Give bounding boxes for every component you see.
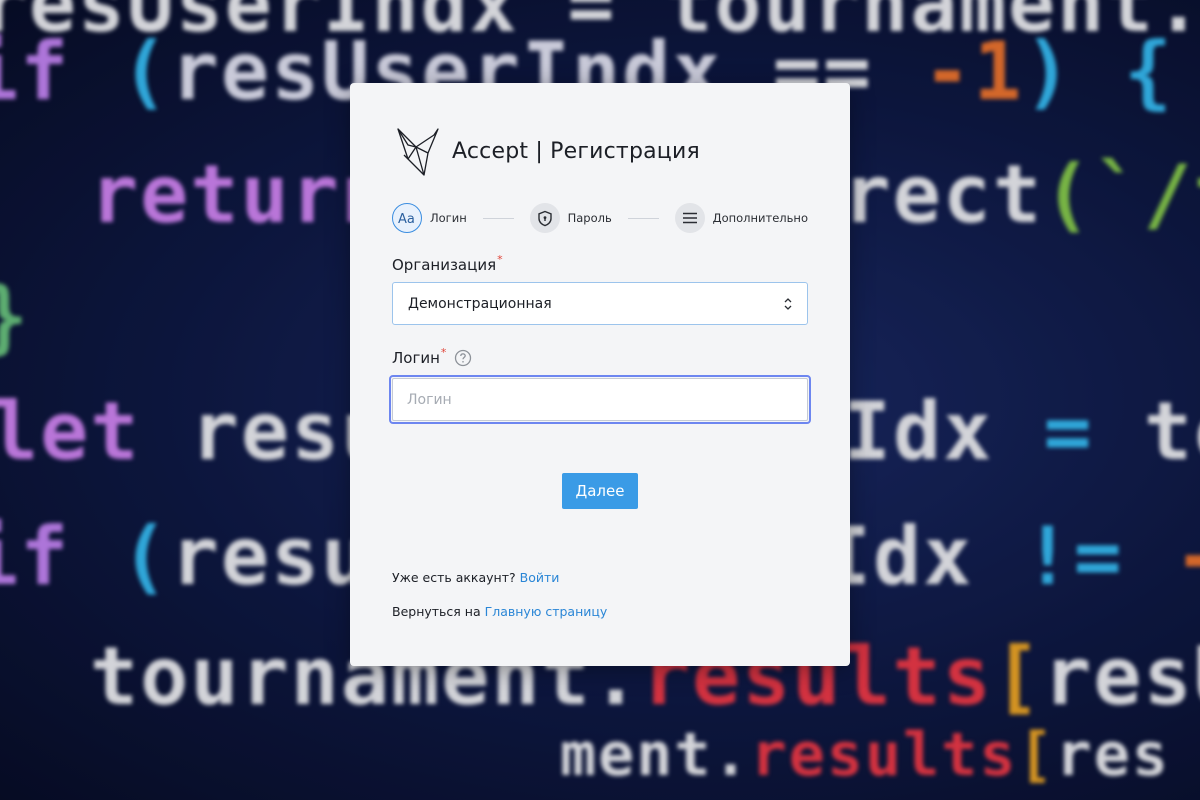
organization-select-value: Демонстрационная	[408, 295, 552, 312]
svg-text:Aa: Aa	[398, 212, 415, 225]
login-label: Логин *	[392, 345, 808, 367]
registration-stepper: Aa Логин Пароль Дополнительно	[392, 202, 808, 234]
font-icon: Aa	[392, 203, 422, 233]
page-title: Accept | Регистрация	[452, 138, 700, 164]
login-input-focus-ring	[389, 375, 811, 424]
step-label: Дополнительно	[712, 211, 808, 225]
shield-lock-icon	[529, 203, 560, 233]
organization-field-group: Организация * Демонстрационная	[392, 252, 808, 325]
return-home-prompt: Вернуться на Главную страницу	[392, 604, 608, 619]
step-label: Логин	[430, 211, 467, 225]
login-prompt: Уже есть аккаунт? Войти	[392, 570, 560, 585]
step-login[interactable]: Aa Логин	[392, 203, 467, 233]
step-label: Пароль	[567, 211, 612, 225]
required-mark: *	[497, 252, 503, 266]
chevron-up-down-icon	[784, 297, 792, 310]
organization-select[interactable]: Демонстрационная	[392, 282, 808, 325]
origami-bird-icon	[397, 128, 439, 176]
registration-card: Accept | Регистрация Aa Логин Пароль Доп…	[350, 83, 850, 666]
next-button[interactable]: Далее	[562, 473, 638, 509]
login-link[interactable]: Войти	[520, 570, 560, 585]
brand-header: Accept | Регистрация	[394, 123, 808, 179]
step-password[interactable]: Пароль	[529, 203, 612, 233]
submit-row: Далее	[392, 473, 808, 509]
organization-label: Организация *	[392, 252, 503, 275]
menu-lines-icon	[674, 203, 705, 233]
step-connector	[627, 217, 659, 219]
step-additional[interactable]: Дополнительно	[674, 203, 808, 233]
login-field-group: Логин *	[389, 345, 811, 424]
required-mark: *	[440, 345, 447, 359]
help-question-icon[interactable]	[454, 349, 472, 367]
step-connector	[482, 217, 514, 219]
login-input[interactable]	[392, 378, 808, 421]
home-page-link[interactable]: Главную страницу	[485, 604, 608, 619]
